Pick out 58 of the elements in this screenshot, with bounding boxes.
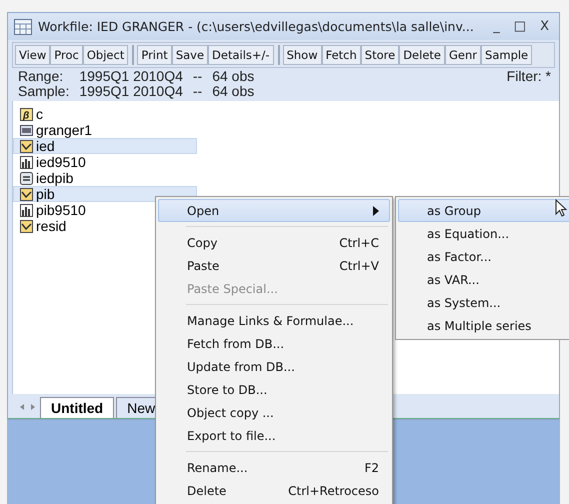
toolbar-button[interactable]: Show: [282, 45, 322, 65]
object-item[interactable]: ied9510: [13, 154, 197, 170]
object-item[interactable]: iedpib: [13, 170, 197, 186]
bar-chart-icon: [20, 156, 33, 168]
toolbar-button[interactable]: Fetch: [322, 45, 361, 65]
window-title: Workfile: IED GRANGER - (c:\users\edvillegas\documents\la salle\inv...: [38, 19, 475, 34]
bar-chart-icon: [20, 204, 33, 216]
toolbar-button[interactable]: Proc: [50, 45, 83, 65]
toolbar-button[interactable]: Details+/-: [208, 45, 274, 65]
sample-label: Sample:: [18, 84, 70, 99]
coefficient-icon: β: [20, 108, 33, 120]
filter-label: Filter: *: [506, 69, 551, 84]
series-icon: [20, 140, 33, 152]
page-tab[interactable]: Untitled: [40, 397, 114, 418]
table-icon: [14, 18, 32, 34]
object-item[interactable]: granger1: [13, 122, 197, 138]
menu-item[interactable]: Paste Ctrl+V: [158, 254, 390, 277]
menu-item[interactable]: Copy Ctrl+C: [158, 231, 390, 254]
range-obs: 64 obs: [212, 69, 254, 84]
minimize-button[interactable]: _: [489, 19, 504, 34]
sample-value: 1995Q1 2010Q4: [79, 84, 183, 99]
submenu-arrow-icon: [373, 206, 379, 216]
menu-item[interactable]: Export to file...: [158, 424, 390, 447]
var-icon: [20, 124, 33, 136]
menu-item[interactable]: as Group: [398, 199, 569, 222]
menu-item[interactable]: Update from DB...: [158, 355, 390, 378]
sample-obs: 64 obs: [212, 84, 254, 99]
menu-item[interactable]: Open: [158, 199, 390, 222]
menu-item[interactable]: as Factor...: [398, 245, 569, 268]
range-label: Range:: [18, 69, 64, 84]
toolbar-button[interactable]: Object: [82, 45, 128, 65]
series-icon: [20, 220, 33, 232]
toolbar-button[interactable]: Genr: [445, 45, 482, 65]
menu-item[interactable]: Rename... F2: [158, 456, 390, 479]
equation-icon: [20, 172, 33, 184]
menu-item[interactable]: as Multiple series: [398, 314, 569, 337]
close-button[interactable]: X: [536, 19, 553, 34]
object-item[interactable]: β c: [13, 106, 197, 122]
toolbar-button[interactable]: Print: [137, 45, 172, 65]
object-item[interactable]: pib: [13, 186, 197, 202]
sample-separator: --: [192, 84, 202, 99]
toolbar-button[interactable]: View: [15, 45, 50, 65]
series-icon: [20, 188, 33, 200]
maximize-button[interactable]: □: [510, 19, 530, 34]
menu-item[interactable]: Manage Links & Formulae...: [158, 309, 390, 332]
mouse-pointer-icon: [555, 199, 569, 219]
menu-item[interactable]: as System...: [398, 291, 569, 314]
menu-item[interactable]: as VAR...: [398, 268, 569, 291]
range-value: 1995Q1 2010Q4: [79, 69, 183, 84]
object-item[interactable]: ied: [13, 138, 197, 154]
range-separator: --: [192, 69, 202, 84]
toolbar-button[interactable]: Sample: [481, 45, 532, 65]
menu-item[interactable]: Delete Ctrl+Retroceso: [158, 479, 390, 502]
menu-item[interactable]: Fetch from DB...: [158, 332, 390, 355]
toolbar-button[interactable]: Store: [360, 45, 400, 65]
menu-item[interactable]: as Equation...: [398, 222, 569, 245]
toolbar-button[interactable]: Save: [172, 45, 208, 65]
toolbar-button[interactable]: Delete: [399, 45, 445, 65]
